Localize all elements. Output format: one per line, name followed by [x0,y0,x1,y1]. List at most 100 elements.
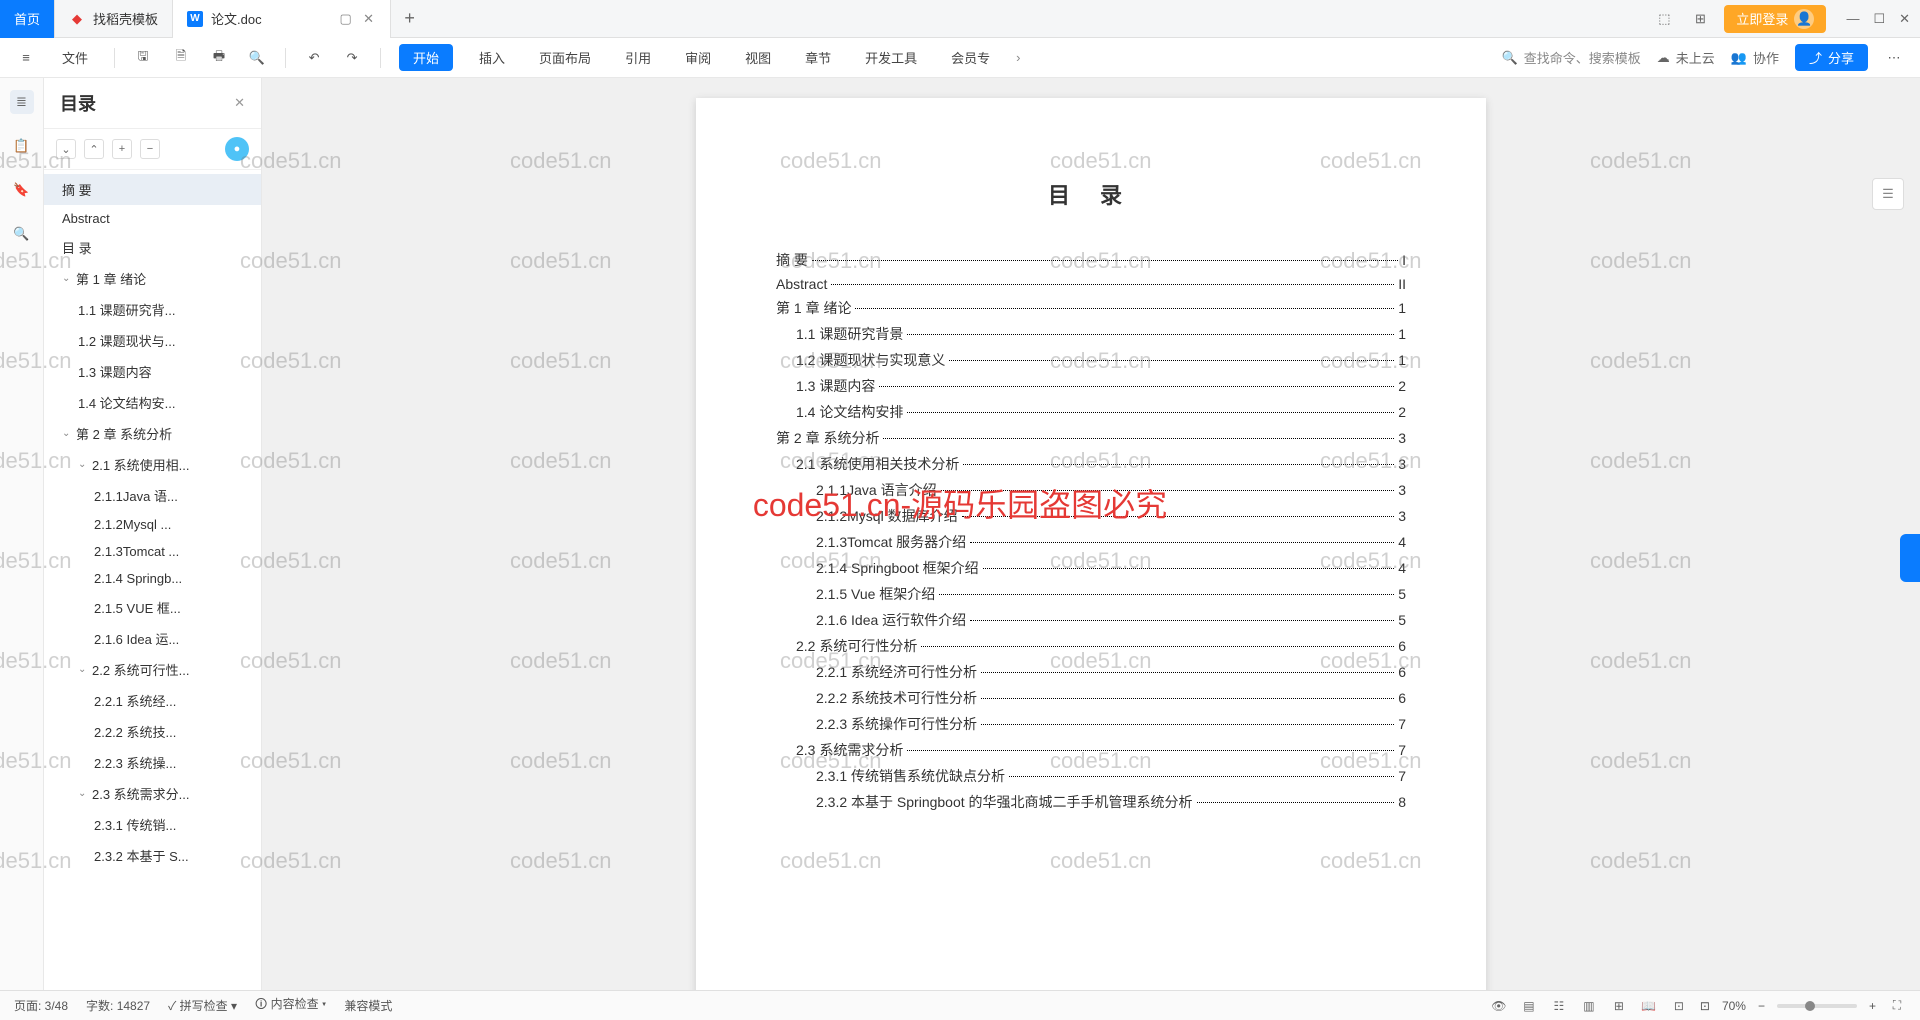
menu-reference[interactable]: 引用 [617,44,659,71]
zoom-value[interactable]: 70% [1722,999,1746,1013]
minimize-icon[interactable]: — [1846,11,1859,27]
toc-entry[interactable]: 2.2.1 系统经济可行性分析6 [776,662,1406,682]
outline-item[interactable]: 1.4 论文结构安... [44,387,261,418]
toc-entry[interactable]: 2.1.6 Idea 运行软件介绍5 [776,610,1406,630]
zoom-in-icon[interactable]: + [1869,999,1876,1013]
save-as-icon[interactable]: 🗎 [171,48,191,68]
tab-window-icon[interactable]: ▢ [338,11,354,27]
menu-icon[interactable]: ≡ [16,48,36,68]
menu-devtools[interactable]: 开发工具 [857,44,925,71]
layout-icon[interactable]: ⬚ [1652,7,1676,31]
login-button[interactable]: 立即登录 👤 [1724,5,1826,33]
toc-entry[interactable]: 2.2 系统可行性分析6 [776,636,1406,656]
menu-layout[interactable]: 页面布局 [531,44,599,71]
toc-entry[interactable]: 第 2 章 系统分析3 [776,428,1406,448]
print-icon[interactable]: 🖶 [209,48,229,68]
search-rail-icon[interactable]: 🔍 [10,222,34,246]
tab-template[interactable]: ◆ 找稻壳模板 [55,0,173,38]
menu-member[interactable]: 会员专 [943,44,998,71]
redo-icon[interactable]: ↷ [342,48,362,68]
toc-entry[interactable]: 2.1.3Tomcat 服务器介绍4 [776,532,1406,552]
collapse-all-icon[interactable]: ⌄ [56,139,76,159]
tab-document[interactable]: W 论文.doc ▢ ✕ [173,0,391,38]
outline-tab-icon[interactable]: ≣ [10,90,34,114]
menu-start[interactable]: 开始 [399,44,453,71]
toc-entry[interactable]: 1.2 课题现状与实现意义1 [776,350,1406,370]
outline-item[interactable]: 2.1.6 Idea 运... [44,623,261,654]
outline-close-icon[interactable]: ✕ [234,95,245,111]
remove-heading-icon[interactable]: − [140,139,160,159]
menu-view[interactable]: 视图 [737,44,779,71]
outline-item[interactable]: 2.1.3Tomcat ... [44,538,261,565]
chevron-down-icon[interactable]: ⌄ [78,459,88,470]
toc-entry[interactable]: 摘 要I [776,250,1406,270]
more-icon[interactable]: ⋯ [1884,48,1904,68]
expand-all-icon[interactable]: ⌃ [84,139,104,159]
ai-badge-icon[interactable]: ● [225,137,249,161]
toc-entry[interactable]: 1.1 课题研究背景1 [776,324,1406,344]
undo-icon[interactable]: ↶ [304,48,324,68]
outline-item[interactable]: 2.3.2 本基于 S... [44,840,261,871]
toc-entry[interactable]: 2.1 系统使用相关技术分析3 [776,454,1406,474]
save-icon[interactable]: 🖫 [133,48,153,68]
toc-entry[interactable]: 2.1.5 Vue 框架介绍5 [776,584,1406,604]
chevron-down-icon[interactable]: ⌄ [78,664,88,675]
add-tab-button[interactable]: + [391,8,429,29]
outline-item[interactable]: Abstract [44,205,261,232]
document-area[interactable]: 目 录 摘 要IAbstractII第 1 章 绪论11.1 课题研究背景11.… [262,78,1920,990]
outline-item[interactable]: ⌄第 1 章 绪论 [44,263,261,294]
outline-item[interactable]: ⌄第 2 章 系统分析 [44,418,261,449]
share-button[interactable]: ⤴ 分享 [1795,44,1868,71]
menu-more-icon[interactable]: › [1016,50,1020,65]
view-mode-4-icon[interactable]: ⊞ [1610,997,1628,1015]
menu-insert[interactable]: 插入 [471,44,513,71]
view-mode-1-icon[interactable]: ▤ [1520,997,1538,1015]
clipboard-icon[interactable]: 📋 [10,134,34,158]
outline-item[interactable]: 摘 要 [44,174,261,205]
menu-chapter[interactable]: 章节 [797,44,839,71]
collab-button[interactable]: 👥 协作 [1731,48,1779,67]
read-mode-icon[interactable]: 📖 [1640,997,1658,1015]
add-heading-icon[interactable]: + [112,139,132,159]
page-indicator[interactable]: 页面: 3/48 [14,997,68,1014]
outline-item[interactable]: 2.2.3 系统操... [44,747,261,778]
eye-icon[interactable]: 👁 [1490,997,1508,1015]
page-options-icon[interactable]: ☰ [1872,178,1904,210]
fit-icon[interactable]: ⊡ [1700,999,1710,1013]
toc-entry[interactable]: AbstractII [776,276,1406,292]
toc-entry[interactable]: 2.2.3 系统操作可行性分析7 [776,714,1406,734]
close-icon[interactable]: ✕ [362,12,376,26]
outline-item[interactable]: 2.1.5 VUE 框... [44,592,261,623]
view-mode-2-icon[interactable]: ☷ [1550,997,1568,1015]
chevron-down-icon[interactable]: ⌄ [62,428,72,439]
toc-entry[interactable]: 第 1 章 绪论1 [776,298,1406,318]
preview-icon[interactable]: 🔍 [247,48,267,68]
toc-entry[interactable]: 2.2.2 系统技术可行性分析6 [776,688,1406,708]
maximize-icon[interactable]: ☐ [1873,11,1885,27]
fullscreen-icon[interactable]: ⛶ [1888,997,1906,1015]
chevron-down-icon[interactable]: ⌄ [62,273,72,284]
grid-icon[interactable]: ⊞ [1688,7,1712,31]
outline-item[interactable]: 1.2 课题现状与... [44,325,261,356]
toc-entry[interactable]: 1.4 论文结构安排2 [776,402,1406,422]
toc-entry[interactable]: 1.3 课题内容2 [776,376,1406,396]
zoom-out-icon[interactable]: − [1758,999,1765,1013]
outline-item[interactable]: ⌄2.2 系统可行性... [44,654,261,685]
close-window-icon[interactable]: ✕ [1899,11,1910,27]
cloud-status[interactable]: ☁ 未上云 [1657,48,1715,67]
outline-item[interactable]: 目 录 [44,232,261,263]
outline-item[interactable]: 1.3 课题内容 [44,356,261,387]
outline-item[interactable]: 2.3.1 传统销... [44,809,261,840]
outline-item[interactable]: ⌄2.1 系统使用相... [44,449,261,480]
side-flag[interactable] [1900,534,1920,582]
toc-entry[interactable]: 2.3.2 本基于 Springboot 的华强北商城二手手机管理系统分析8 [776,792,1406,812]
search-input[interactable]: 🔍 查找命令、搜索模板 [1502,48,1641,67]
web-mode-icon[interactable]: ⊡ [1670,997,1688,1015]
outline-item[interactable]: 2.1.4 Springb... [44,565,261,592]
outline-item[interactable]: ⌄2.3 系统需求分... [44,778,261,809]
bookmark-icon[interactable]: 🔖 [10,178,34,202]
outline-item[interactable]: 2.2.1 系统经... [44,685,261,716]
toc-entry[interactable]: 2.3.1 传统销售系统优缺点分析7 [776,766,1406,786]
toc-entry[interactable]: 2.1.4 Springboot 框架介绍4 [776,558,1406,578]
spellcheck-toggle[interactable]: ✓ 拼写检查 ▾ [168,997,237,1014]
